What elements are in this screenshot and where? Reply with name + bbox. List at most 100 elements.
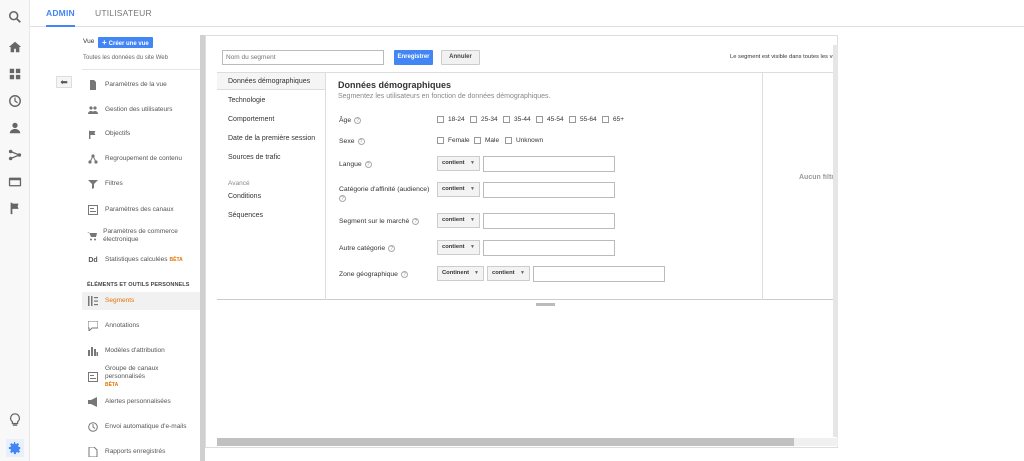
behavior-icon[interactable] xyxy=(7,174,23,190)
age-checkbox-55-64[interactable]: 55-64 xyxy=(569,116,597,123)
dashboard-icon[interactable] xyxy=(7,66,23,82)
geo-value-input[interactable] xyxy=(533,266,665,282)
category-traffic-sources[interactable]: Sources de trafic xyxy=(217,149,325,167)
dropdown-value: contient xyxy=(442,186,465,192)
nav-item-content-grouping[interactable]: Regroupement de contenu xyxy=(82,150,200,168)
visibility-setting[interactable]: Le segment est visible dans toutes les v… xyxy=(730,54,838,60)
checkbox-box[interactable] xyxy=(474,137,481,144)
segment-name-input[interactable] xyxy=(222,50,384,65)
language-value-input[interactable] xyxy=(483,156,615,172)
nav-item-calculated-metrics[interactable]: Dd Statistiques calculées BÊTA xyxy=(82,251,200,269)
clock-icon[interactable] xyxy=(7,93,23,109)
save-button[interactable]: Enregistrer xyxy=(394,50,433,65)
nav-item-label: Filtres xyxy=(105,180,123,187)
category-behavior[interactable]: Comportement xyxy=(217,111,325,129)
nav-item-label: Envoi automatique d'e-mails xyxy=(105,423,187,430)
cancel-button[interactable]: Annuler xyxy=(441,50,480,65)
age-checkbox-35-44[interactable]: 35-44 xyxy=(503,116,531,123)
checkbox-box[interactable] xyxy=(503,116,510,123)
nav-item-attribution-models[interactable]: Modèles d'attribution xyxy=(82,342,200,360)
nav-item-label: Gestion des utilisateurs xyxy=(105,106,173,113)
demographics-title: Données démographiques xyxy=(338,80,452,90)
checkbox-box[interactable] xyxy=(536,116,543,123)
nav-item-custom-alerts[interactable]: Alertes personnalisées xyxy=(82,393,200,411)
site-data-view-selector[interactable]: Toutes les données du site Web xyxy=(83,55,168,61)
help-icon[interactable]: ? xyxy=(354,116,362,124)
other-operator-dropdown[interactable]: contient ▼ xyxy=(437,240,480,255)
category-sequences[interactable]: Séquences xyxy=(217,207,325,225)
age-checkbox-25-34[interactable]: 25-34 xyxy=(470,116,498,123)
geo-operator-dropdown[interactable]: contient ▼ xyxy=(487,266,530,281)
age-checkbox-18-24[interactable]: 18-24 xyxy=(437,116,465,123)
sex-checkbox-female[interactable]: Female xyxy=(437,137,470,144)
sex-checkbox-male[interactable]: Male xyxy=(474,137,499,144)
view-label: Vue xyxy=(83,38,95,45)
horizontal-scrollbar-thumb[interactable] xyxy=(217,438,794,446)
category-technology[interactable]: Technologie xyxy=(217,92,325,110)
age-checkbox-45-54[interactable]: 45-54 xyxy=(536,116,564,123)
person-icon[interactable] xyxy=(7,120,23,136)
age-checkbox-65-plus[interactable]: 65+ xyxy=(602,116,624,123)
language-operator-dropdown[interactable]: contient ▼ xyxy=(437,156,480,171)
create-view-button[interactable]: + Créer une vue xyxy=(98,37,153,48)
megaphone-icon xyxy=(86,396,100,408)
nav-item-channel-settings[interactable]: Paramètres des canaux xyxy=(82,201,200,219)
nav-item-user-management[interactable]: Gestion des utilisateurs xyxy=(82,101,200,119)
checkbox-box[interactable] xyxy=(569,116,576,123)
geo-level-dropdown[interactable]: Continent ▼ xyxy=(437,266,484,281)
grouping-icon xyxy=(86,153,100,165)
nav-item-label: Paramètres des canaux xyxy=(105,206,174,213)
checkbox-box[interactable] xyxy=(470,116,477,123)
nav-item-saved-reports[interactable]: Rapports enregistrés xyxy=(82,443,200,461)
dropdown-value: Continent xyxy=(442,270,470,276)
chevron-down-icon: ▼ xyxy=(470,244,475,250)
vertical-scrollbar[interactable] xyxy=(833,45,838,437)
home-icon[interactable] xyxy=(7,39,23,55)
nav-item-segments[interactable]: Segments xyxy=(82,292,200,310)
help-icon[interactable]: ? xyxy=(400,270,408,278)
gear-icon[interactable] xyxy=(6,439,24,457)
category-first-session-date[interactable]: Date de la première session xyxy=(217,130,325,148)
other-value-input[interactable] xyxy=(483,240,615,256)
help-icon[interactable]: ? xyxy=(357,137,365,145)
checkbox-box[interactable] xyxy=(602,116,609,123)
checkbox-box[interactable] xyxy=(437,116,444,123)
sex-label: Sexe xyxy=(339,138,355,145)
nav-item-filters[interactable]: Filtres xyxy=(82,175,200,193)
acquisition-icon[interactable] xyxy=(7,147,23,163)
nav-item-goals[interactable]: Objectifs xyxy=(82,125,200,143)
checkbox-label: 65+ xyxy=(613,116,625,123)
market-operator-dropdown[interactable]: contient ▼ xyxy=(437,213,480,228)
help-icon[interactable]: ? xyxy=(339,194,346,202)
dropdown-value: contient xyxy=(442,217,465,223)
nav-item-view-settings[interactable]: Paramètres de la vue xyxy=(82,76,200,94)
sex-field-label: Sexe? xyxy=(339,137,365,146)
back-arrow-icon[interactable]: ⬅ xyxy=(56,76,72,88)
sex-checkbox-unknown[interactable]: Unknown xyxy=(505,137,543,144)
tab-user[interactable]: UTILISATEUR xyxy=(95,0,152,27)
lightbulb-icon[interactable] xyxy=(7,412,23,428)
nav-item-annotations[interactable]: Annotations xyxy=(82,317,200,335)
nav-item-scheduled-emails[interactable]: Envoi automatique d'e-mails xyxy=(82,418,200,436)
affinity-field-label: Catégorie d'affinité (audience)? xyxy=(339,185,434,203)
nav-item-ecommerce-settings[interactable]: Paramètres de commerce électronique xyxy=(82,226,200,246)
help-icon[interactable]: ? xyxy=(388,244,396,252)
nav-item-text: Groupe de canaux personnalisés BÊTA xyxy=(105,365,200,389)
search-icon[interactable] xyxy=(7,9,23,25)
checkbox-label: 45-54 xyxy=(547,116,564,123)
checkbox-box[interactable] xyxy=(437,137,444,144)
help-icon[interactable]: ? xyxy=(364,160,372,168)
category-demographics[interactable]: Données démographiques xyxy=(217,72,325,90)
resize-handle[interactable] xyxy=(536,303,555,306)
affinity-value-input[interactable] xyxy=(483,182,615,198)
affinity-operator-dropdown[interactable]: contient ▼ xyxy=(437,182,480,197)
checkbox-box[interactable] xyxy=(505,137,512,144)
market-value-input[interactable] xyxy=(483,213,615,229)
flag-icon[interactable] xyxy=(7,200,23,216)
geo-field-label: Zone géographique? xyxy=(339,270,408,279)
category-conditions[interactable]: Conditions xyxy=(217,188,325,206)
help-icon[interactable]: ? xyxy=(412,217,420,225)
tab-admin[interactable]: ADMIN xyxy=(46,0,75,27)
nav-item-custom-channel-groups[interactable]: Groupe de canaux personnalisés BÊTA xyxy=(82,365,200,389)
annotation-icon xyxy=(86,320,100,332)
